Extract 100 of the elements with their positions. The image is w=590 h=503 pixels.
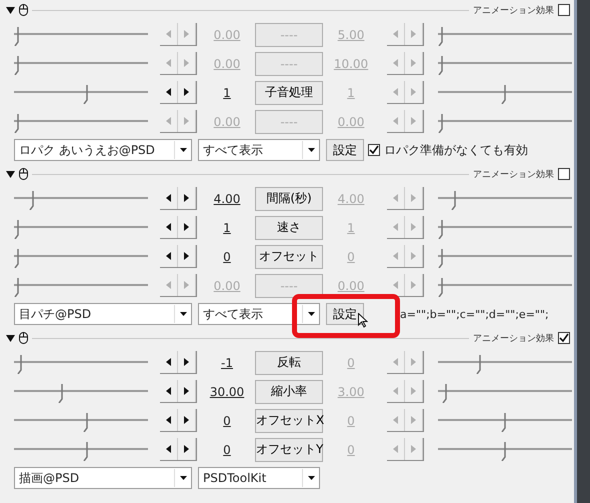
checkbox-label: ロパク準備がなくても有効 (384, 142, 528, 158)
left-arrow-icon (166, 387, 171, 395)
left-arrow-icon (166, 59, 171, 67)
settings-button[interactable]: 設定 (326, 303, 364, 325)
start-value[interactable]: 1 (203, 86, 251, 100)
start-value[interactable]: 1 (203, 220, 251, 234)
right-arrow-icon (184, 281, 189, 289)
right-arrow-icon (411, 30, 416, 38)
right-arrow-icon (184, 387, 189, 395)
start-value[interactable]: -1 (203, 356, 251, 370)
right-arrow-icon (411, 59, 416, 67)
left-arrow-icon (393, 445, 398, 453)
start-value[interactable]: 0 (203, 250, 251, 264)
slider-thumb[interactable] (442, 384, 448, 402)
slider-thumb[interactable] (14, 220, 20, 238)
mouse-icon (19, 332, 28, 344)
animation-effect-checkbox[interactable] (558, 168, 570, 180)
collapse-triangle-icon[interactable] (6, 6, 15, 14)
parameter-button[interactable]: オフセットX (255, 408, 323, 432)
start-value[interactable]: 30.00 (203, 384, 251, 398)
right-arrow-icon (184, 88, 189, 96)
left-arrow-icon (393, 387, 398, 395)
left-arrow-icon (166, 416, 171, 424)
animation-effect-label: アニメーション効果 (473, 332, 554, 344)
slider-thumb[interactable] (83, 412, 90, 432)
animation-effect-checkbox[interactable] (558, 4, 570, 16)
slider-thumb[interactable] (16, 354, 23, 374)
left-arrow-icon (166, 252, 171, 260)
parameter-button[interactable]: 間隔(秒) (255, 186, 323, 210)
left-arrow-icon (393, 416, 398, 424)
slider-thumb[interactable] (450, 190, 457, 210)
parameter-button[interactable]: 縮小率 (255, 380, 323, 404)
right-arrow-icon (411, 252, 416, 260)
mouse-cursor-icon (358, 313, 368, 328)
right-arrow-icon (184, 117, 189, 125)
animation-effect-checkbox[interactable] (558, 332, 570, 344)
left-arrow-icon (166, 30, 171, 38)
effect-dropdown[interactable]: 描画@PSD (14, 467, 192, 489)
collapse-triangle-icon[interactable] (6, 170, 15, 178)
right-arrow-icon (184, 358, 189, 366)
right-arrow-icon (411, 88, 416, 96)
slider-thumb[interactable] (501, 442, 507, 460)
start-value[interactable]: 0 (203, 414, 251, 428)
left-arrow-icon (393, 88, 398, 96)
animation-effect-label: アニメーション効果 (473, 168, 554, 180)
slider-thumb[interactable] (501, 412, 507, 432)
left-arrow-icon (166, 88, 171, 96)
start-value[interactable]: 4.00 (203, 192, 251, 206)
right-arrow-icon (411, 416, 416, 424)
left-arrow-icon (166, 358, 171, 366)
parameter-text: a="";b="";c="";d="";e=""; (400, 308, 549, 320)
left-arrow-icon (166, 281, 171, 289)
right-arrow-icon (411, 281, 416, 289)
right-arrow-icon (184, 416, 189, 424)
display-mode-dropdown[interactable]: PSDToolKit (198, 467, 320, 489)
right-arrow-icon (184, 445, 189, 453)
effect-dropdown[interactable]: 目パチ@PSD (14, 303, 192, 325)
effect-dropdown[interactable]: ロパク あいうえお@PSD (14, 139, 192, 161)
parameter-button[interactable]: 速さ (255, 216, 323, 240)
start-value[interactable]: 0 (203, 442, 251, 456)
parameter-button[interactable]: 反転 (255, 350, 323, 374)
slider-thumb[interactable] (58, 384, 64, 402)
mouse-icon (19, 168, 28, 180)
right-arrow-icon (411, 117, 416, 125)
dropdown-caret-icon (308, 312, 314, 316)
slider-thumb[interactable] (476, 354, 482, 374)
right-arrow-icon (411, 194, 416, 202)
settings-button[interactable]: 設定 (326, 139, 364, 161)
mouse-icon (19, 4, 28, 16)
collapse-triangle-icon[interactable] (6, 334, 15, 342)
left-arrow-icon (166, 223, 171, 231)
checkbox[interactable] (368, 144, 380, 156)
slider-thumb[interactable] (14, 248, 20, 268)
right-arrow-icon (184, 59, 189, 67)
slider-thumb[interactable] (83, 442, 90, 460)
slider-thumb[interactable] (438, 220, 444, 238)
right-arrow-icon (411, 445, 416, 453)
dropdown-caret-icon (308, 476, 314, 480)
slider-thumb[interactable] (83, 84, 90, 104)
display-mode-dropdown[interactable]: すべて表示 (198, 303, 320, 325)
left-arrow-icon (393, 358, 398, 366)
slider-thumb[interactable] (438, 248, 444, 268)
parameter-button[interactable]: オフセットY (255, 438, 323, 462)
display-mode-dropdown[interactable]: すべて表示 (198, 139, 320, 161)
dropdown-caret-icon (180, 312, 186, 316)
right-arrow-icon (184, 252, 189, 260)
animation-effect-label: アニメーション効果 (473, 4, 554, 16)
dropdown-caret-icon (180, 476, 186, 480)
right-arrow-icon (411, 358, 416, 366)
slider-thumb[interactable] (501, 84, 507, 104)
right-arrow-icon (411, 223, 416, 231)
left-arrow-icon (393, 117, 398, 125)
left-arrow-icon (166, 117, 171, 125)
left-arrow-icon (393, 281, 398, 289)
parameter-button[interactable]: 子音処理 (255, 80, 323, 104)
slider-thumb[interactable] (29, 190, 36, 210)
parameter-button[interactable]: オフセット (255, 244, 323, 268)
right-arrow-icon (411, 387, 416, 395)
left-arrow-icon (166, 194, 171, 202)
left-arrow-icon (393, 59, 398, 67)
